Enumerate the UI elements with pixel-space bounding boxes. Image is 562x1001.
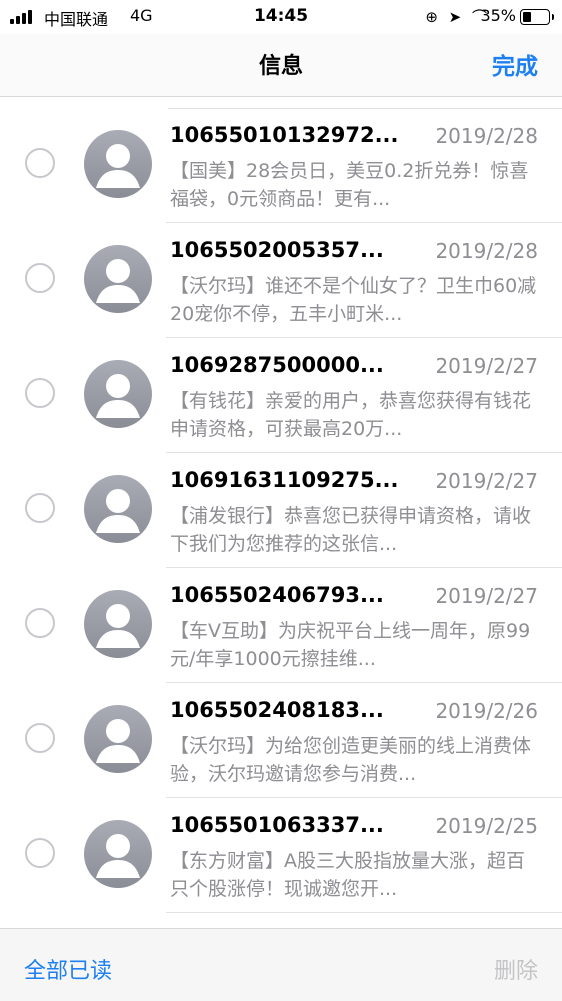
bottom-toolbar: 全部已读 删除 (0, 928, 562, 1001)
message-row[interactable]: 1065501063337... 2019/2/25 【东方财富】A股三大股指放量大… (0, 798, 562, 913)
contact-avatar-icon (84, 590, 152, 658)
message-preview: 【有钱花】亲爱的用户，恭喜您获得有钱花申请资格，可获最高20万... (170, 390, 532, 440)
message-date: 2019/2/27 (435, 584, 538, 608)
message-date: 2019/2/28 (435, 239, 538, 263)
delete-button[interactable]: 删除 (494, 953, 538, 985)
message-row[interactable]: 1065502005357... 2019/2/28 【沃尔玛】谁还不是个仙女了？卫… (0, 223, 562, 338)
message-sender: 1065502408183... (170, 698, 384, 722)
message-preview: 【国美】28会员日，美豆0.2折兑券！惊喜福袋，0元领商品！更有... (170, 160, 529, 210)
battery-percentage: 35% (480, 6, 516, 25)
message-row[interactable]: 10655010132972... 2019/2/28 【国美】28会员日，美豆0.… (0, 108, 562, 223)
contact-avatar-icon (84, 360, 152, 428)
message-row[interactable]: 1065502406793... 2019/2/27 【车V互助】为庆祝平台上线一周… (0, 568, 562, 683)
select-radio-button[interactable] (25, 838, 55, 868)
message-preview: 【车V互助】为庆祝平台上线一周年，原99元/年享1000元擦挂维... (170, 620, 531, 670)
select-radio-button[interactable] (25, 263, 55, 293)
message-row[interactable]: 1065502408183... 2019/2/26 【沃尔玛】为给您创造更美丽的线… (0, 683, 562, 798)
select-radio-button[interactable] (25, 493, 55, 523)
select-radio-button[interactable] (25, 608, 55, 638)
navigation-bar: 信息 完成 (0, 34, 562, 97)
page-title: 信息 (258, 54, 303, 79)
message-preview: 【沃尔玛】谁还不是个仙女了？卫生巾60减20宠你不停，五丰小町米... (170, 275, 537, 325)
contact-avatar-icon (84, 820, 152, 888)
row-divider (166, 912, 562, 913)
message-preview: 【浦发银行】恭喜您已获得申请资格，请收下我们为您推荐的这张信... (170, 505, 532, 555)
message-row[interactable]: 1069287500000... 2019/2/27 【有钱花】亲爱的用户，恭喜您获… (0, 338, 562, 453)
done-button[interactable]: 完成 (492, 47, 538, 81)
message-row[interactable]: 10691631109275... 2019/2/27 【浦发银行】恭喜您已获得申请… (0, 453, 562, 568)
message-sender: 1069287500000... (170, 353, 384, 377)
message-date: 2019/2/27 (435, 469, 538, 493)
message-date: 2019/2/25 (435, 814, 538, 838)
message-preview: 【东方财富】A股三大股指放量大涨，超百只个股涨停！现诚邀您开... (170, 850, 525, 900)
message-preview: 【沃尔玛】为给您创造更美丽的线上消费体验，沃尔玛邀请您参与消费... (170, 735, 532, 785)
message-sender: 10655010132972... (170, 123, 399, 147)
select-radio-button[interactable] (25, 723, 55, 753)
contact-avatar-icon (84, 705, 152, 773)
select-radio-button[interactable] (25, 148, 55, 178)
message-sender: 1065502406793... (170, 583, 384, 607)
message-sender: 10691631109275... (170, 468, 399, 492)
status-bar: 中国联通 4G 14:45 ⊕ ➤ ⌒ 35% (0, 0, 562, 34)
contact-avatar-icon (84, 130, 152, 198)
battery-icon (520, 9, 554, 25)
message-sender: 1065502005357... (170, 238, 384, 262)
message-date: 2019/2/26 (435, 699, 538, 723)
select-radio-button[interactable] (25, 378, 55, 408)
contact-avatar-icon (84, 475, 152, 543)
message-date: 2019/2/28 (435, 124, 538, 148)
mark-all-read-button[interactable]: 全部已读 (24, 953, 112, 985)
contact-avatar-icon (84, 245, 152, 313)
message-sender: 1065501063337... (170, 813, 384, 837)
message-list[interactable]: 10655010132972... 2019/2/28 【国美】28会员日，美豆0.… (0, 108, 562, 913)
message-date: 2019/2/27 (435, 354, 538, 378)
